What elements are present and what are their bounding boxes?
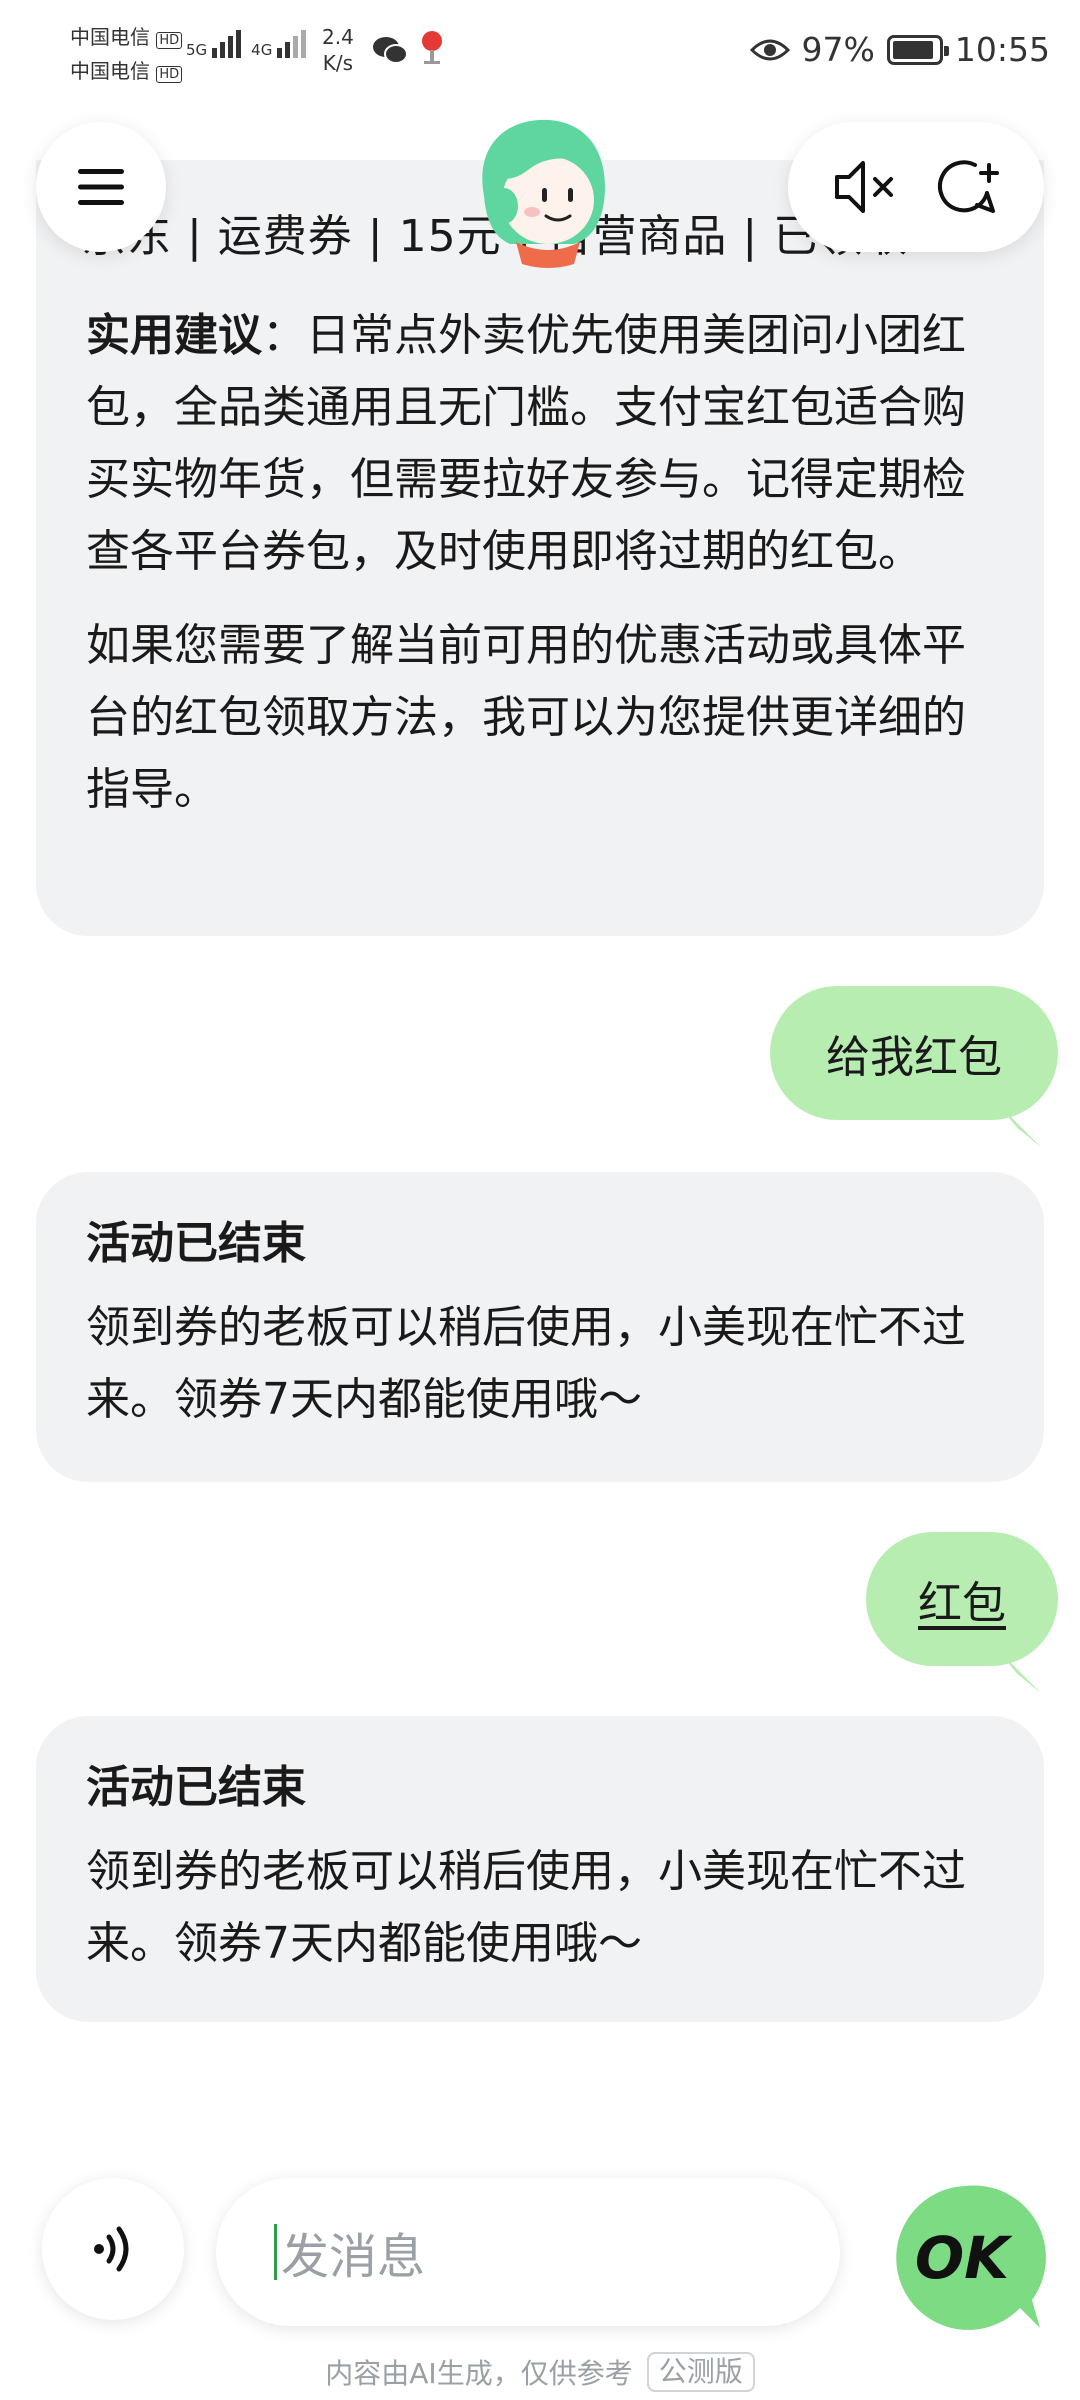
advice-label: 实用建议	[86, 310, 262, 361]
bubble-tail	[996, 1102, 1042, 1148]
hd-badge: HD	[156, 66, 183, 83]
wechat-icon	[373, 37, 408, 64]
carrier-info: 中国电信 HD 中国电信 HD	[70, 22, 183, 90]
net-speed: 2.4 K/s	[322, 24, 354, 76]
beta-badge: 公测版	[646, 2352, 755, 2392]
bot-message-bubble: 实用建议：日常点外卖优先使用美团问小团红包，全品类通用且无门槛。支付宝红包适合购…	[36, 160, 1044, 936]
signal-4g-icon: 4G	[251, 30, 307, 59]
location-app-icon	[422, 31, 442, 64]
net-type-2: 4G	[251, 41, 273, 59]
bubble-tail	[996, 1648, 1042, 1694]
send-ok-button[interactable]: OK	[880, 2176, 1050, 2346]
status-right: 97% 10:55	[749, 30, 1050, 69]
hamburger-icon	[78, 169, 124, 205]
status-bar: 中国电信 HD 中国电信 HD 5G 4G 2.4 K/s 97% 10:55	[0, 0, 1080, 104]
user-message-text: 给我红包	[826, 1032, 1002, 1083]
voice-wave-icon	[94, 2226, 129, 2272]
carrier-2: 中国电信	[70, 59, 150, 83]
text-caret	[274, 2224, 277, 2280]
bot-message-title: 活动已结束	[86, 1762, 306, 1813]
voice-input-button[interactable]	[42, 2178, 184, 2320]
bot-message-title: 活动已结束	[86, 1218, 306, 1269]
user-message-text[interactable]: 红包	[918, 1567, 1006, 1631]
disclaimer-text: 内容由AI生成，仅供参考	[325, 2357, 633, 2390]
net-type-1: 5G	[186, 41, 208, 59]
top-right-actions	[788, 122, 1044, 252]
new-chat-icon[interactable]	[931, 151, 1003, 223]
assistant-avatar[interactable]	[470, 118, 612, 268]
user-message-bubble[interactable]: 红包	[866, 1532, 1058, 1694]
clock: 10:55	[954, 30, 1050, 69]
carrier-1: 中国电信	[70, 25, 150, 49]
ai-disclaimer: 内容由AI生成，仅供参考 公测版	[0, 2352, 1080, 2392]
speaker-muted-icon[interactable]	[829, 151, 901, 223]
send-ok-label: OK	[915, 2224, 1013, 2292]
bot-message-text: 领到券的老板可以稍后使用，小美现在忙不过来。领券7天内都能使用哦～	[86, 1846, 966, 1969]
signal-5g-icon: 5G	[186, 30, 242, 59]
user-message-bubble: 给我红包	[770, 986, 1058, 1148]
hd-badge: HD	[156, 32, 183, 49]
eye-icon	[749, 39, 790, 60]
battery-percent: 97%	[801, 30, 875, 69]
net-speed-unit: K/s	[322, 51, 354, 75]
net-speed-value: 2.4	[322, 25, 354, 49]
guidance-paragraph: 如果您需要了解当前可用的优惠活动或具体平台的红包领取方法，我可以为您提供更详细的…	[86, 620, 966, 815]
input-placeholder: 发消息	[281, 2229, 426, 2285]
advice-paragraph: 实用建议：日常点外卖优先使用美团问小团红包，全品类通用且无门槛。支付宝红包适合购…	[86, 300, 994, 588]
battery-icon	[886, 34, 949, 65]
bot-message-bubble: 活动已结束 领到券的老板可以稍后使用，小美现在忙不过来。领券7天内都能使用哦～	[36, 1172, 1044, 1482]
bot-message-bubble: 活动已结束 领到券的老板可以稍后使用，小美现在忙不过来。领券7天内都能使用哦～	[36, 1716, 1044, 2022]
message-input[interactable]: 发消息	[216, 2178, 840, 2326]
menu-button[interactable]	[36, 122, 166, 252]
bot-message-text: 领到券的老板可以稍后使用，小美现在忙不过来。领券7天内都能使用哦～	[86, 1302, 966, 1425]
signal-icons: 5G 4G	[186, 30, 307, 59]
